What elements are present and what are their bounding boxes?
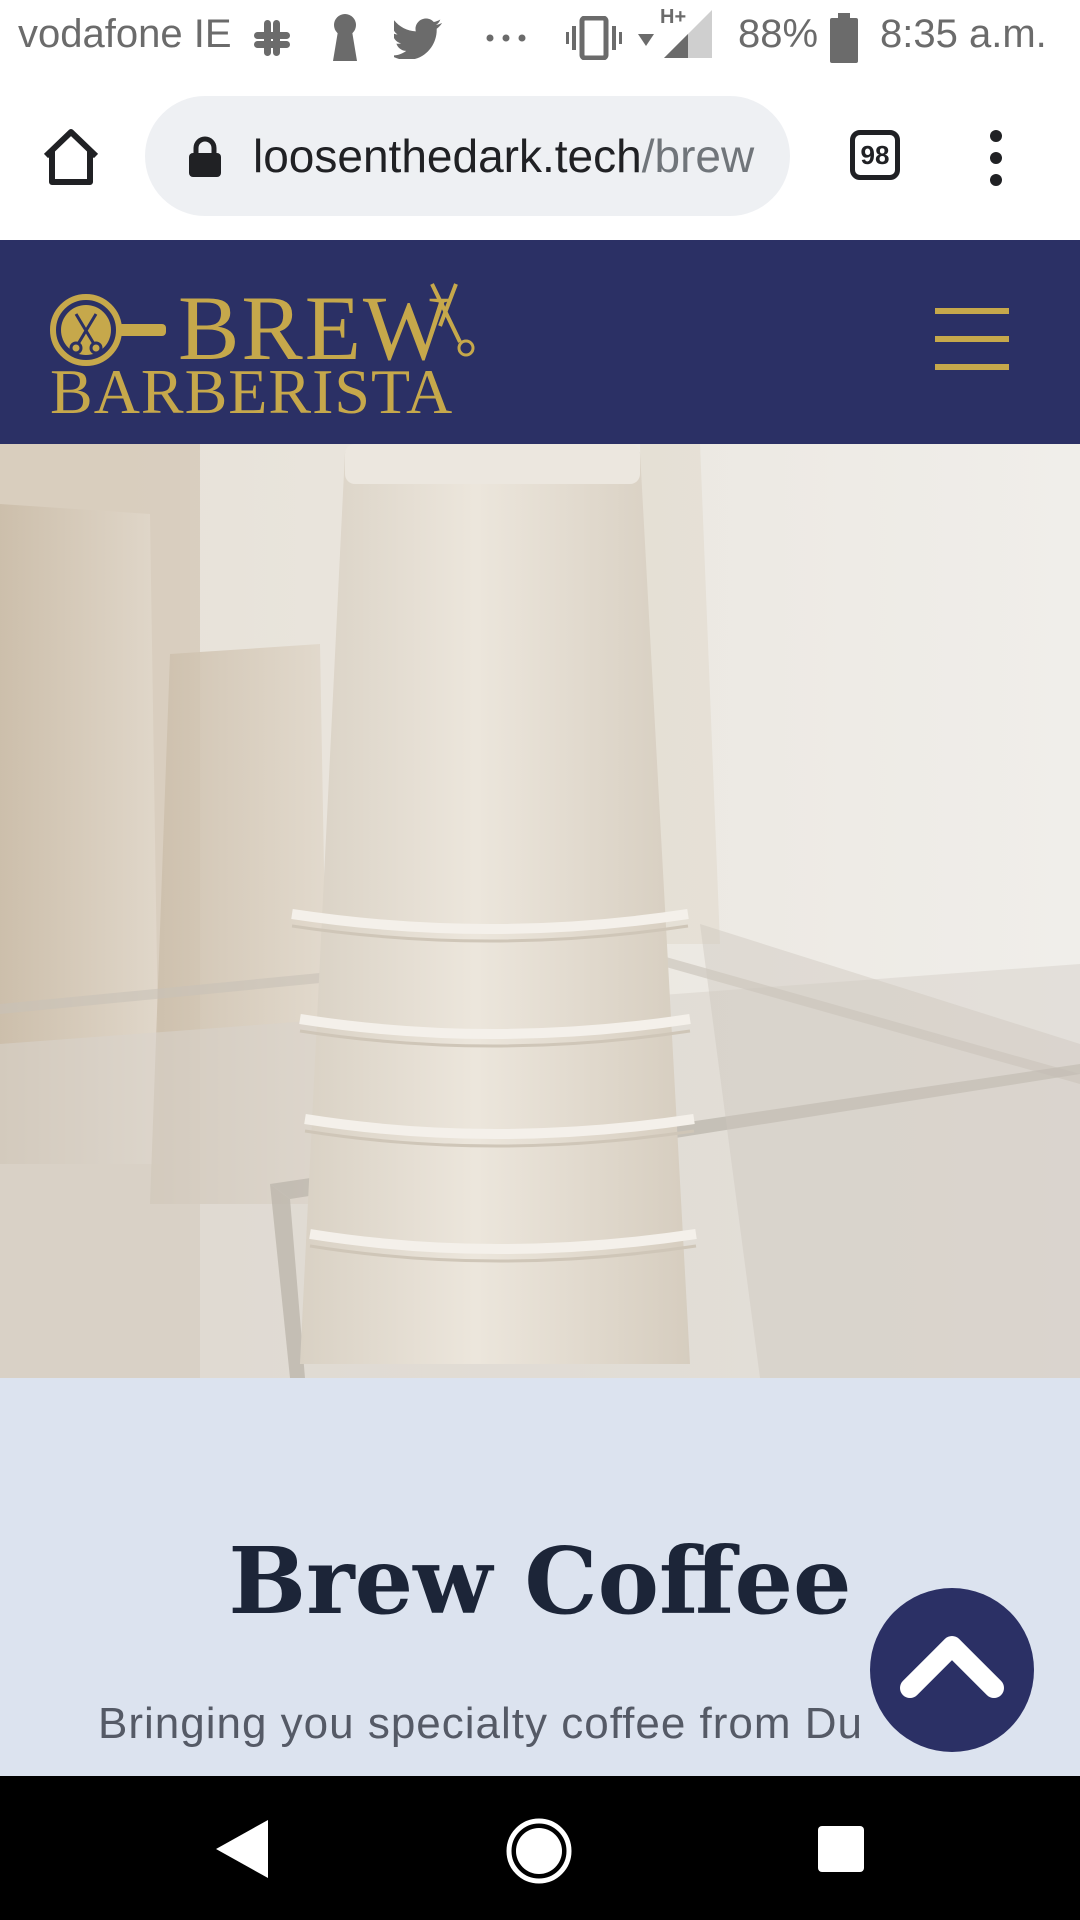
hamburger-menu-button[interactable] (935, 308, 1009, 370)
vibrate-icon (566, 12, 622, 64)
carrier-name: vodafone IE (18, 12, 232, 56)
more-notifications-icon (484, 12, 528, 64)
lock-icon (187, 136, 223, 178)
twitter-icon (394, 12, 444, 64)
network-type: H+ (660, 6, 687, 28)
back-triangle-icon (216, 1820, 268, 1878)
back-button[interactable] (212, 1816, 272, 1882)
intro-subtitle: Bringing you specialty coffee from Du (98, 1699, 863, 1748)
url-path: /brew (641, 130, 755, 182)
battery-percent: 88% (738, 12, 819, 56)
address-bar[interactable]: loosenthedark.tech/brew (145, 96, 790, 216)
hero-image (0, 444, 1080, 1378)
home-nav-button[interactable] (504, 1816, 574, 1886)
system-nav-bar (0, 1776, 1080, 1920)
battery-icon (830, 12, 858, 64)
logo-barberista-text: BARBERISTA (50, 356, 454, 427)
more-vert-icon (990, 130, 1002, 186)
browser-menu-button[interactable] (978, 128, 1014, 188)
wifi-icon (636, 12, 656, 64)
slack-icon (250, 12, 294, 64)
url-text[interactable]: loosenthedark.tech/brew (253, 126, 773, 186)
site-header: BREW BARBERISTA (0, 240, 1080, 444)
chevron-up-icon (900, 1636, 1004, 1698)
clock: 8:35 a.m. (880, 12, 1047, 56)
home-circle-icon (506, 1818, 572, 1884)
home-icon (43, 129, 99, 185)
home-button[interactable] (40, 126, 102, 188)
scissors-icon (430, 283, 475, 357)
browser-toolbar: loosenthedark.tech/brew 98 (0, 78, 1080, 240)
keyhole-icon (330, 12, 360, 64)
scroll-to-top-button[interactable] (870, 1588, 1034, 1752)
tab-switcher-button[interactable]: 98 (850, 130, 900, 180)
brand-logo[interactable]: BREW BARBERISTA (48, 262, 478, 427)
url-domain: loosenthedark.tech (253, 130, 642, 182)
status-bar: vodafone IE H+ 88% 8:35 a.m. (0, 0, 1080, 78)
recent-apps-button[interactable] (818, 1826, 864, 1872)
stacked-cups-photo (0, 444, 1080, 1378)
